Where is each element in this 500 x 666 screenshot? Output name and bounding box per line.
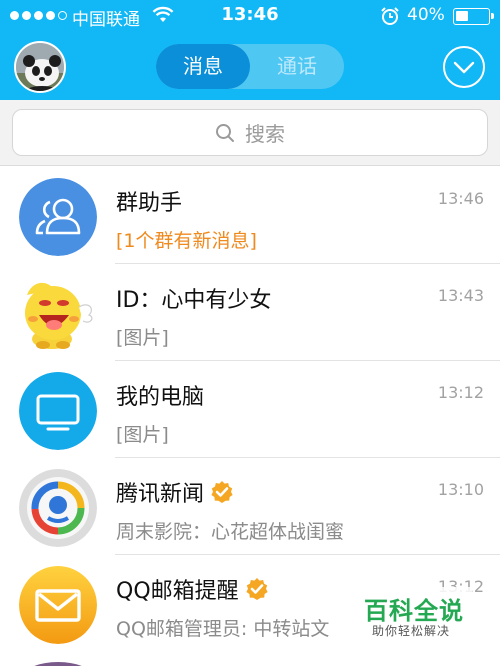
conversation-name: 我的电脑 [116, 385, 205, 410]
status-bar: 中国联通 13:46 40% [0, 0, 500, 32]
conversation-row[interactable]: ID：心中有少女 [图片] 13:43 [0, 264, 500, 361]
conversation-row[interactable]: 群助手 [1个群有新消息] 13:46 [0, 167, 500, 264]
cartoon-avatar [19, 275, 97, 353]
conversation-preview: QQ邮箱管理员: 中转站文 [116, 618, 330, 640]
chevron-down-icon [453, 61, 475, 74]
conversation-preview: [1个群有新消息] [116, 230, 257, 252]
conversation-preview: [图片] [116, 424, 169, 446]
panda-avatar-image [16, 43, 64, 91]
verified-badge-icon [211, 481, 233, 503]
search-input[interactable]: 搜索 [12, 109, 488, 156]
tab-messages[interactable]: 消息 [156, 44, 250, 89]
conversation-preview: [图片] [116, 327, 169, 349]
conversation-name: 腾讯新闻 [116, 476, 234, 508]
conversation-time: 13:10 [437, 480, 484, 499]
battery-percent: 40% [407, 5, 445, 25]
conversation-name: 群助手 [116, 191, 183, 216]
search-placeholder: 搜索 [245, 122, 285, 146]
mail-icon [19, 566, 97, 644]
conversation-row-partial [0, 652, 500, 666]
alarm-icon [381, 7, 399, 25]
search-area: 搜索 [0, 100, 500, 166]
verified-badge-icon [246, 578, 268, 600]
partial-avatar [34, 662, 82, 666]
watermark-title: 百科全说 [364, 597, 464, 625]
conversation-time: 13:43 [437, 286, 484, 305]
conversation-name: ID：心中有少女 [116, 288, 272, 313]
computer-icon [19, 372, 97, 450]
user-avatar[interactable] [14, 41, 66, 93]
search-icon [216, 123, 234, 142]
watermark-subtitle: 助你轻松解决 [372, 624, 451, 638]
tencent-news-logo [19, 469, 97, 547]
tab-calls[interactable]: 通话 [250, 44, 344, 89]
conversation-time: 13:46 [437, 189, 484, 208]
battery-icon [453, 8, 494, 25]
message-call-segmented-control: 消息 通话 [156, 44, 344, 89]
more-menu-button[interactable] [443, 46, 485, 88]
conversation-time: 13:12 [437, 383, 484, 402]
conversation-row[interactable]: 腾讯新闻 周末影院：心花超体战闺蜜 13:10 [0, 458, 500, 555]
conversation-row[interactable]: 我的电脑 [图片] 13:12 [0, 361, 500, 458]
conversation-preview: 周末影院：心花超体战闺蜜 [116, 521, 345, 543]
watermark: 百科全说 助你轻松解决 [352, 587, 472, 647]
group-assistant-icon [19, 178, 97, 256]
battery-level [456, 11, 468, 21]
top-bar: 中国联通 13:46 40% 消息 通话 [0, 0, 500, 100]
conversation-name: QQ邮箱提醒 [116, 573, 269, 605]
